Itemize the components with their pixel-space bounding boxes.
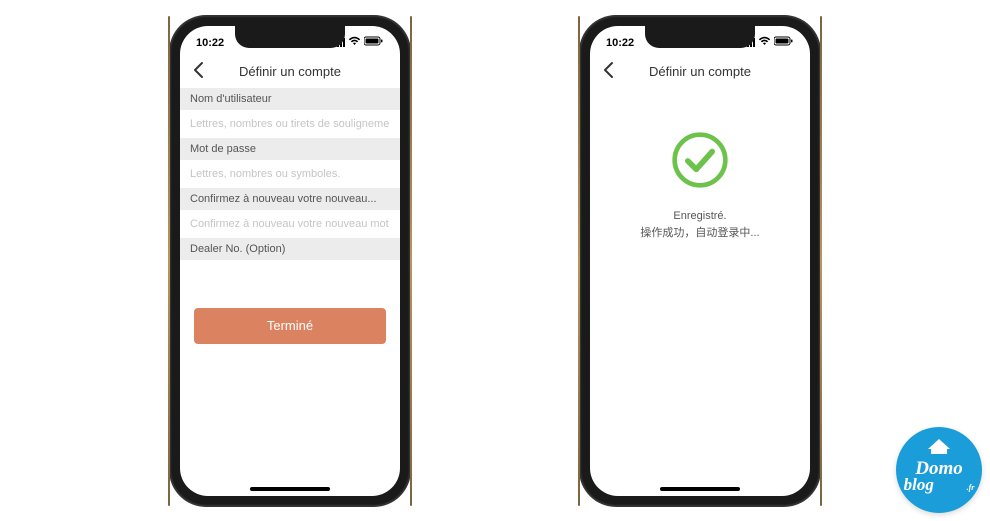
battery-icon (364, 36, 384, 49)
wifi-icon (348, 36, 361, 49)
home-indicator[interactable] (660, 487, 740, 491)
house-icon (924, 437, 954, 455)
notch (235, 26, 345, 48)
status-time: 10:22 (196, 37, 224, 49)
password-input[interactable] (180, 160, 400, 188)
checkmark-icon (670, 130, 730, 190)
success-message: Enregistré. 操作成功，自动登录中... (640, 208, 759, 243)
submit-button[interactable]: Terminé (194, 308, 386, 344)
nav-bar: Définir un compte (590, 56, 810, 88)
battery-icon (774, 36, 794, 49)
phone-mockup-left: 10:22 Définir un compte Nom d'utilisateu… (170, 16, 410, 506)
nav-bar: Définir un compte (180, 56, 400, 88)
username-label: Nom d'utilisateur (180, 88, 400, 110)
notch (645, 26, 755, 48)
success-line2: 操作成功，自动登录中... (640, 225, 759, 243)
page-title: Définir un compte (180, 64, 400, 79)
success-line1: Enregistré. (640, 208, 759, 226)
back-button[interactable] (602, 61, 614, 83)
home-indicator[interactable] (250, 487, 330, 491)
page-title: Définir un compte (590, 64, 810, 79)
confirm-password-label: Confirmez à nouveau votre nouveau... (180, 188, 400, 210)
screen-left: 10:22 Définir un compte Nom d'utilisateu… (180, 26, 400, 496)
screen-right: 10:22 Définir un compte (590, 26, 810, 496)
username-input[interactable] (180, 110, 400, 138)
domoblog-logo: Domo blog .fr (896, 427, 982, 513)
status-time: 10:22 (606, 37, 634, 49)
password-label: Mot de passe (180, 138, 400, 160)
dealer-no-label: Dealer No. (Option) (180, 238, 400, 260)
success-area: Enregistré. 操作成功，自动登录中... (590, 88, 810, 243)
submit-button-label: Terminé (267, 318, 313, 333)
back-button[interactable] (192, 61, 204, 83)
phone-mockup-right: 10:22 Définir un compte (580, 16, 820, 506)
dealer-no-input[interactable] (180, 260, 400, 288)
wifi-icon (758, 36, 771, 49)
confirm-password-input[interactable] (180, 210, 400, 238)
logo-line2: blog (904, 475, 934, 494)
logo-suffix: .fr (967, 483, 975, 492)
